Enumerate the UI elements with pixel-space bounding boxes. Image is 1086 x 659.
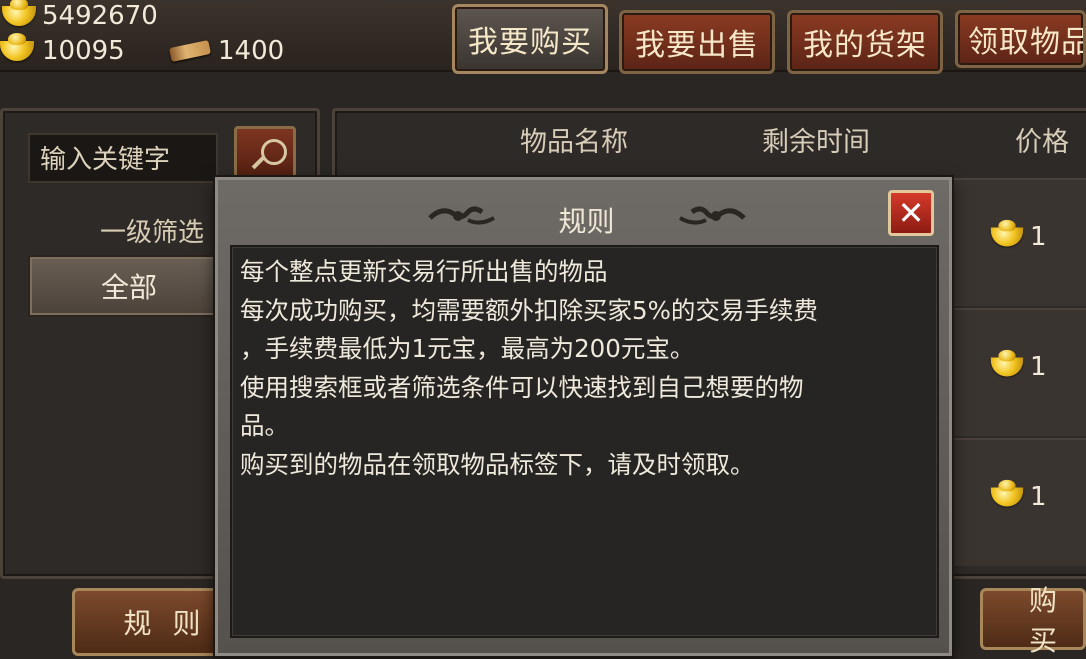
close-icon: ✕: [897, 194, 925, 232]
row-price: 1: [990, 219, 1047, 252]
price-value: 1: [1030, 482, 1047, 512]
rule-line: 使用搜索框或者筛选条件可以快速找到自己想要的物: [240, 372, 804, 402]
rule-line: 每个整点更新交易行所出售的物品: [240, 257, 608, 286]
dialog-title: 规则: [558, 205, 615, 238]
silver-currency: 5492670: [0, 0, 158, 32]
rule-line: 购买到的物品在领取物品标签下，请及时领取。: [240, 449, 755, 479]
ingot-icon: [990, 479, 1024, 507]
tab-claim-items-label: 领取物品: [968, 25, 1086, 60]
tab-buy[interactable]: 我要购买: [452, 4, 608, 74]
rule-line: 每次成功购买，均需要额外扣除买家5%的交易手续费: [240, 295, 818, 325]
buy-button[interactable]: 购 买: [980, 584, 1086, 657]
rules-text: 每个整点更新交易行所出售的物品 每次成功购买，均需要额外扣除买家5%的交易手续费…: [230, 245, 939, 638]
ornament-right-icon: [679, 206, 746, 225]
tab-sell-label: 我要出售: [635, 28, 759, 63]
column-item-name: 物品名称: [520, 127, 628, 158]
column-remaining-time: 剩余时间: [762, 127, 870, 158]
search-input[interactable]: 输入关键字: [28, 133, 218, 183]
scroll-amount: 1400: [218, 36, 285, 66]
gold-ingot-icon: [0, 33, 34, 61]
scroll-currency: 1400: [168, 35, 285, 67]
gold-currency: 10095: [0, 33, 125, 67]
tab-my-shelf-label: 我的货架: [803, 28, 927, 63]
rule-line: ，手续费最低为1元宝，最高为200元宝。: [240, 334, 695, 363]
search-icon: [261, 139, 287, 165]
ingot-icon: [990, 349, 1024, 377]
column-price: 价格: [1015, 127, 1069, 158]
ingot-icon: [990, 219, 1024, 247]
tab-my-shelf[interactable]: 我的货架: [787, 10, 943, 74]
price-value: 1: [1030, 222, 1047, 252]
tab-claim-items[interactable]: 领取物品: [955, 10, 1086, 68]
scroll-icon: [168, 39, 212, 63]
close-button[interactable]: ✕: [888, 190, 934, 236]
price-value: 1: [1030, 352, 1047, 382]
tab-buy-label: 我要购买: [468, 25, 592, 60]
rules-dialog: 规则 ✕ 每个整点更新交易行所出售的物品 每次成功购买，均需要额外扣除买家5%的…: [215, 177, 952, 656]
gold-amount: 10095: [42, 36, 125, 66]
silver-amount: 5492670: [42, 1, 158, 31]
tab-sell[interactable]: 我要出售: [619, 10, 775, 74]
row-price: 1: [990, 349, 1047, 382]
row-price: 1: [990, 479, 1047, 512]
search-icon-handle: [251, 156, 265, 170]
ingot-icon: [2, 0, 36, 26]
filter-label: 一级筛选: [100, 218, 205, 248]
rule-line: 品。: [240, 411, 289, 440]
